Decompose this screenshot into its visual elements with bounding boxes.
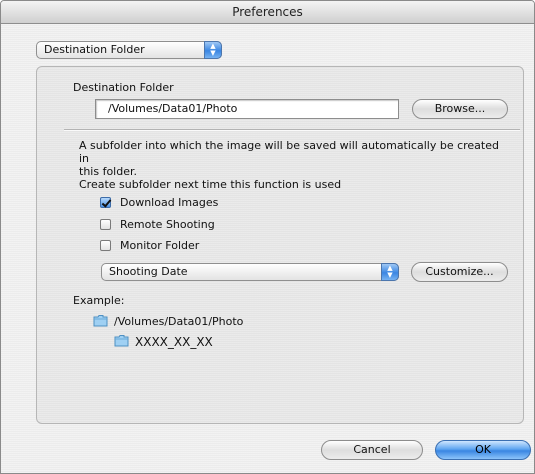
description-line-2: this folder. <box>79 165 137 178</box>
cancel-button[interactable]: Cancel <box>321 440 423 460</box>
example-subfolder-name: XXXX_XX_XX <box>135 335 213 349</box>
ok-button[interactable]: OK <box>435 440 531 460</box>
popup-arrows-icon: ▲ ▼ <box>381 263 399 281</box>
description-line-1: A subfolder into which the image will be… <box>79 139 499 165</box>
folder-icon <box>114 335 129 347</box>
description-line-3: Create subfolder next time this function… <box>79 178 342 191</box>
section-popup[interactable]: Destination Folder ▲ ▼ <box>36 41 222 59</box>
naming-popup-value: Shooting Date <box>109 265 188 278</box>
destination-path-field[interactable]: /Volumes/Data01/Photo <box>95 99 399 119</box>
example-label: Example: <box>73 294 125 307</box>
section-popup-value: Destination Folder <box>44 43 145 56</box>
browse-button[interactable]: Browse... <box>412 99 508 119</box>
window-title: Preferences <box>1 1 534 24</box>
example-root-path: /Volumes/Data01/Photo <box>114 315 244 328</box>
preferences-window: Preferences Destination Folder ▲ ▼ Destin… <box>0 0 535 474</box>
remote-shooting-label[interactable]: Remote Shooting <box>120 218 215 231</box>
monitor-folder-label[interactable]: Monitor Folder <box>120 239 199 252</box>
divider <box>64 129 520 131</box>
download-images-checkbox[interactable] <box>100 197 111 208</box>
monitor-folder-checkbox[interactable] <box>100 240 111 251</box>
subfolder-description: A subfolder into which the image will be… <box>79 139 511 191</box>
customize-button[interactable]: Customize... <box>411 262 508 282</box>
destination-folder-heading: Destination Folder <box>73 81 174 94</box>
popup-arrows-icon: ▲ ▼ <box>204 41 222 59</box>
remote-shooting-checkbox[interactable] <box>100 219 111 230</box>
subfolder-naming-popup[interactable]: Shooting Date ▲ ▼ <box>101 263 399 281</box>
folder-icon <box>93 315 108 327</box>
download-images-label[interactable]: Download Images <box>120 196 218 209</box>
